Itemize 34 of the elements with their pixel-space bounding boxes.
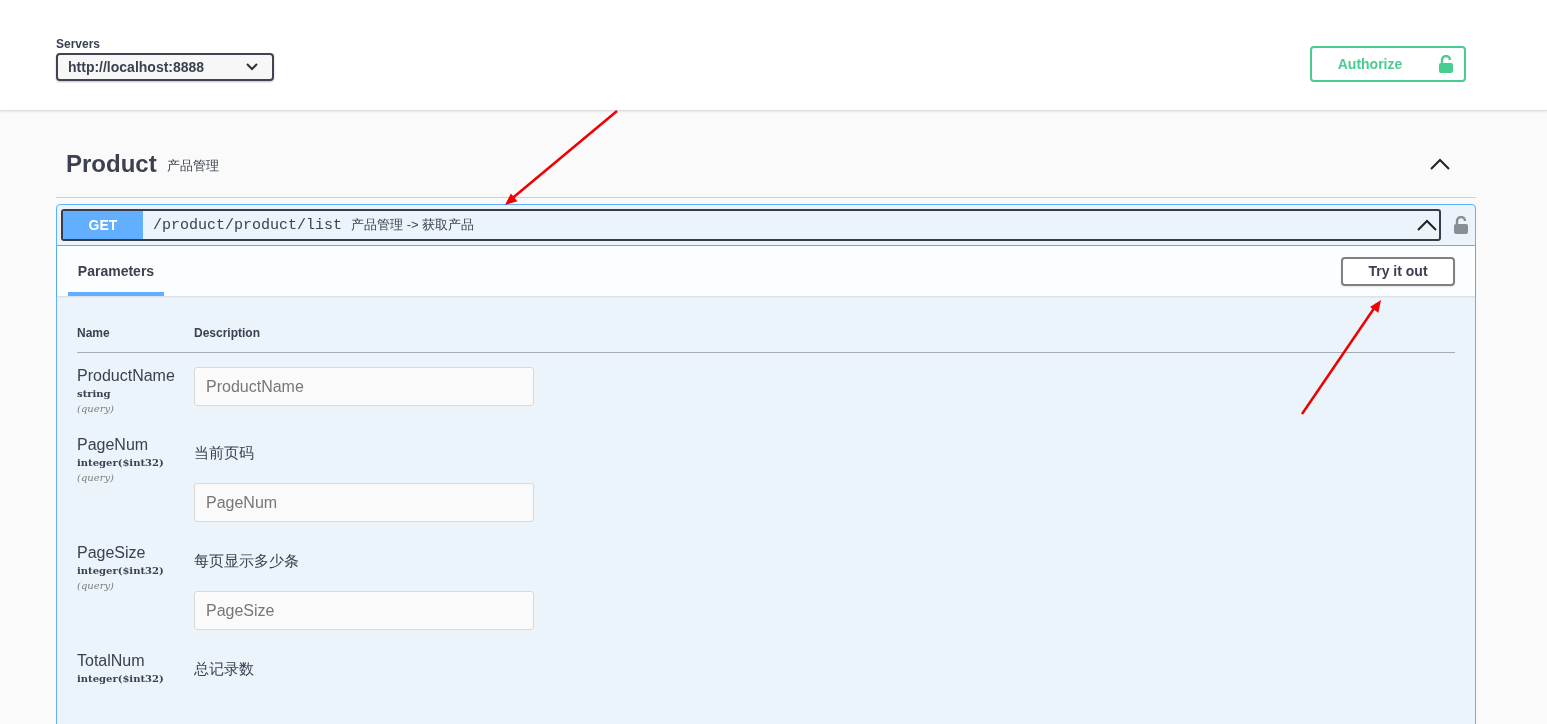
parameter-input[interactable]: PageNum <box>194 483 534 522</box>
method-badge: GET <box>63 211 143 239</box>
parameters-tab[interactable]: Parameters <box>68 246 164 296</box>
lock-icon <box>1438 55 1455 73</box>
parameter-name: PageNum <box>77 436 150 454</box>
parameter-description: 总记录数 <box>194 660 254 679</box>
chevron-up-icon[interactable] <box>1430 158 1450 170</box>
parameter-input[interactable]: PageSize <box>194 591 534 630</box>
parameter-location: (query) <box>77 472 115 483</box>
chevron-up-icon[interactable] <box>1417 219 1437 231</box>
server-select[interactable]: http://localhost:8888 <box>56 53 274 81</box>
parameter-input[interactable]: ProductName <box>194 367 534 406</box>
parameter-type: integer($int32) <box>77 565 165 576</box>
servers-label: Servers <box>56 37 102 51</box>
operation-description: 产品管理 -> 获取产品 <box>351 216 475 234</box>
parameter-location: (query) <box>77 580 115 591</box>
operation-summary[interactable]: GET /product/product/list 产品管理 -> 获取产品 <box>61 209 1441 241</box>
lock-icon[interactable] <box>1453 216 1469 234</box>
endpoint-path: /product/product/list <box>153 216 343 234</box>
column-header: Description <box>194 326 260 340</box>
parameter-description: 当前页码 <box>194 444 255 463</box>
parameter-location: (query) <box>77 403 115 414</box>
parameter-name: ProductName <box>77 367 176 385</box>
section-description: 产品管理 <box>166 157 219 175</box>
parameter-name: PageSize <box>77 544 147 562</box>
parameter-name: TotalNum <box>77 652 146 670</box>
parameter-type: string <box>77 388 112 399</box>
section-title: Product <box>66 150 157 178</box>
parameter-type: integer($int32) <box>77 457 165 468</box>
chevron-down-icon <box>246 63 258 71</box>
column-header: Name <box>77 326 111 340</box>
parameter-type: integer($int32) <box>77 673 165 684</box>
try-it-out-button[interactable]: Try it out <box>1341 256 1455 286</box>
parameter-description: 每页显示多少条 <box>194 552 300 571</box>
